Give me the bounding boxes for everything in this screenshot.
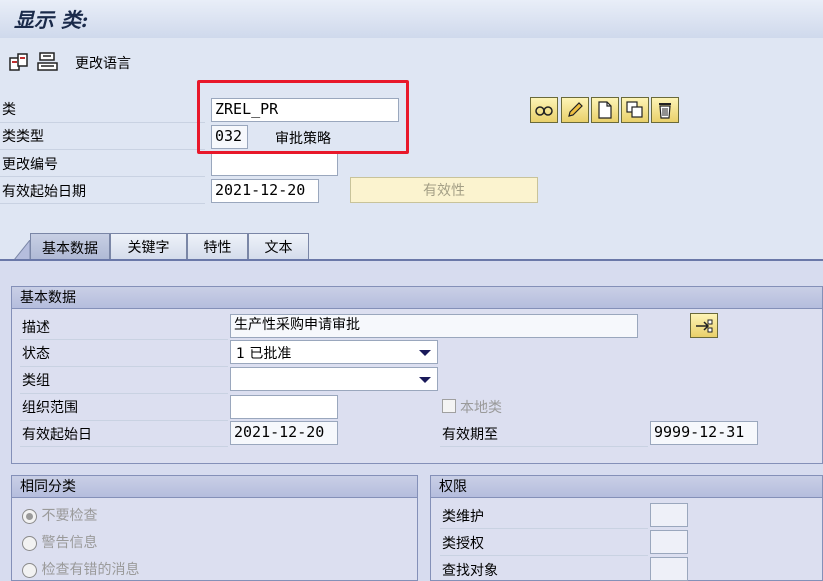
tab-keywords[interactable]: 关键字 — [110, 233, 187, 260]
switch-display-change-icon[interactable] — [8, 51, 30, 73]
chevron-down-icon — [419, 350, 431, 356]
tab-corner — [12, 238, 31, 261]
where-used-icon[interactable] — [530, 97, 558, 123]
window-title: 显示 类: — [14, 8, 89, 32]
tab-basic-data[interactable]: 基本数据 — [30, 233, 110, 261]
edit-pencil-icon[interactable] — [561, 97, 589, 123]
class-group-label: 类组 — [22, 373, 50, 389]
search-object-label: 查找对象 — [442, 563, 498, 579]
highlight-box — [197, 80, 409, 154]
description-label: 描述 — [22, 320, 50, 336]
valid-to-field[interactable]: 9999-12-31 — [650, 421, 758, 445]
divider — [440, 528, 648, 529]
local-class-label: 本地类 — [460, 400, 502, 416]
validity-button[interactable]: 有效性 — [350, 177, 538, 203]
radio-button[interactable] — [22, 562, 37, 578]
class-label: 类 — [2, 102, 16, 118]
basic-data-header: 基本数据 — [12, 287, 822, 309]
local-class-checkbox[interactable] — [442, 399, 456, 413]
divider — [0, 122, 205, 123]
authorization-header: 权限 — [431, 476, 822, 498]
valid-from-label: 有效起始日期 — [2, 184, 86, 200]
class-group-dropdown[interactable] — [230, 367, 438, 391]
status-dropdown[interactable]: 1 已批准 — [230, 340, 438, 364]
tab-characteristics[interactable]: 特性 — [187, 233, 248, 260]
create-document-icon[interactable] — [591, 97, 619, 123]
option-label: 警告信息 — [41, 535, 98, 551]
chevron-down-icon — [419, 377, 431, 383]
tab-texts[interactable]: 文本 — [248, 233, 309, 260]
change-number-input[interactable] — [211, 153, 338, 176]
status-value: 1 已批准 — [236, 346, 292, 362]
divider — [0, 149, 205, 150]
org-area-input[interactable] — [230, 395, 338, 419]
radio-button[interactable] — [22, 535, 37, 551]
title-bar — [0, 0, 823, 38]
org-area-label: 组织范围 — [22, 400, 78, 416]
search-object-input[interactable] — [650, 557, 688, 581]
option-label: 不要检查 — [41, 508, 98, 524]
same-classification-header: 相同分类 — [12, 476, 417, 498]
radio-button[interactable] — [22, 508, 37, 524]
divider — [440, 446, 648, 447]
class-maintenance-label: 类维护 — [442, 509, 484, 525]
valid-from-field[interactable]: 2021-12-20 — [230, 421, 338, 445]
divider — [0, 203, 205, 204]
class-maintenance-input[interactable] — [650, 503, 688, 527]
valid-from-input[interactable]: 2021-12-20 — [211, 179, 319, 203]
divider — [20, 366, 228, 367]
status-label: 状态 — [22, 346, 50, 362]
translate-icon[interactable] — [690, 313, 718, 338]
change-language-button[interactable]: 更改语言 — [75, 53, 131, 73]
hierarchy-icon[interactable] — [37, 51, 59, 73]
option-error[interactable]: 检查有错的消息 — [22, 559, 139, 579]
class-authorization-label: 类授权 — [442, 536, 484, 552]
divider — [20, 393, 228, 394]
divider — [440, 555, 648, 556]
class-authorization-input[interactable] — [650, 530, 688, 554]
delete-trash-icon[interactable] — [651, 97, 679, 123]
description-input[interactable]: 生产性采购申请审批 — [230, 314, 638, 338]
option-label: 检查有错的消息 — [41, 562, 140, 578]
option-no-check[interactable]: 不要检查 — [22, 505, 97, 525]
class-type-label: 类类型 — [2, 129, 44, 145]
divider — [20, 446, 228, 447]
divider — [20, 339, 228, 340]
change-number-label: 更改编号 — [2, 157, 58, 173]
divider — [20, 420, 228, 421]
valid-from-label-2: 有效起始日 — [22, 427, 92, 443]
divider — [0, 176, 205, 177]
copy-icon[interactable] — [621, 97, 649, 123]
valid-to-label: 有效期至 — [442, 427, 498, 443]
option-warning[interactable]: 警告信息 — [22, 532, 97, 552]
